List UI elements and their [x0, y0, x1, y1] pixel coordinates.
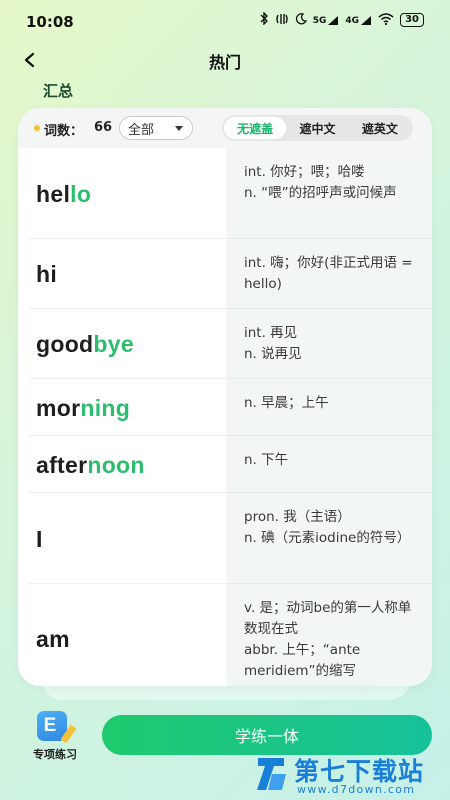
word-meaning: int. 你好；喂；哈喽 n. “喂”的招呼声或问候声: [244, 164, 397, 201]
watermark-logo-icon: [257, 758, 286, 790]
word-list: hello int. 你好；喂；哈喽 n. “喂”的招呼声或问候声 hi int…: [18, 148, 432, 686]
word-row[interactable]: hi int. 嗨；你好(非正式用语 = hello): [18, 239, 432, 309]
word-text: morning: [36, 395, 131, 421]
meaning-cell: n. 下午: [226, 436, 432, 493]
word-toolbar: 词数： 66 全部 无遮盖 遮中文 遮英文: [18, 108, 432, 148]
word-meaning: v. 是；动词be的第一人称单数现在式 abbr. 上午；“ante merid…: [244, 600, 412, 679]
status-time: 10:08: [26, 13, 74, 31]
meaning-cell: pron. 我（主语） n. 碘（元素iodine的符号）: [226, 493, 432, 584]
mode-cover-chinese[interactable]: 遮中文: [286, 117, 348, 139]
nfc-icon: [275, 13, 289, 28]
word-meaning: int. 嗨；你好(非正式用语 = hello): [244, 255, 413, 292]
meaning-cell: int. 你好；喂；哈喽 n. “喂”的招呼声或问候声: [226, 148, 432, 239]
word-text: afternoon: [36, 452, 145, 478]
bluetooth-icon: [259, 11, 269, 28]
moon-icon: [295, 12, 307, 28]
word-row[interactable]: hello int. 你好；喂；哈喽 n. “喂”的招呼声或问候声: [18, 148, 432, 239]
word-text: goodbye: [36, 331, 134, 357]
special-practice-label: 专项练习: [33, 748, 77, 761]
word-text: am: [36, 626, 70, 652]
word-text: I: [36, 526, 43, 552]
page-title: 热门: [208, 53, 241, 72]
caret-down-icon: [175, 126, 183, 131]
word-meaning: n. 下午: [244, 452, 289, 468]
status-icons: 5G 4G 30: [259, 11, 424, 28]
filter-dropdown[interactable]: 全部: [119, 116, 193, 140]
meaning-cell: int. 嗨；你好(非正式用语 = hello): [226, 239, 432, 309]
meaning-cell: int. 再见 n. 说再见: [226, 309, 432, 379]
word-row[interactable]: goodbye int. 再见 n. 说再见: [18, 309, 432, 379]
e-pencil-icon: E: [37, 711, 77, 744]
signal-5g-icon: 5G: [313, 15, 340, 26]
wifi-icon: [378, 12, 394, 28]
section-title: 汇总: [43, 82, 74, 100]
word-count-value: 66: [94, 120, 113, 135]
word-card: 词数： 66 全部 无遮盖 遮中文 遮英文 hello int. 你好；喂；哈喽…: [18, 108, 432, 686]
word-cell: am: [18, 584, 226, 686]
mode-cover-english[interactable]: 遮英文: [349, 117, 411, 139]
watermark: 第七下载站 www.d7down.com: [254, 750, 450, 800]
word-cell: afternoon: [18, 436, 226, 493]
word-meaning: n. 早晨；上午: [244, 395, 329, 411]
mode-no-cover[interactable]: 无遮盖: [224, 117, 287, 139]
word-row[interactable]: I pron. 我（主语） n. 碘（元素iodine的符号）: [18, 493, 432, 584]
word-meaning: int. 再见 n. 说再见: [244, 325, 302, 362]
meaning-cell: v. 是；动词be的第一人称单数现在式 abbr. 上午；“ante merid…: [226, 584, 432, 686]
signal-4g-icon: 4G: [345, 15, 372, 26]
word-count-label: 词数：: [44, 124, 84, 139]
word-text: hello: [36, 181, 92, 207]
word-cell: I: [18, 493, 226, 584]
word-cell: hi: [18, 239, 226, 309]
word-row[interactable]: afternoon n. 下午: [18, 436, 432, 493]
count-dot: [34, 125, 40, 131]
special-practice-button[interactable]: E 专项练习: [22, 708, 92, 766]
word-row[interactable]: am v. 是；动词be的第一人称单数现在式 abbr. 上午；“ante me…: [18, 584, 432, 686]
word-text: hi: [36, 261, 58, 287]
word-cell: morning: [18, 379, 226, 436]
watermark-url: www.d7down.com: [297, 783, 416, 796]
battery-icon: 30: [400, 13, 424, 27]
word-meaning: pron. 我（主语） n. 碘（元素iodine的符号）: [244, 509, 411, 546]
cover-mode-switch: 无遮盖 遮中文 遮英文: [222, 115, 413, 141]
word-cell: hello: [18, 148, 226, 239]
learn-practice-button[interactable]: 学练一体: [102, 715, 432, 755]
filter-selected: 全部: [128, 122, 155, 138]
word-cell: goodbye: [18, 309, 226, 379]
status-bar: 10:08 5G 4G 30: [0, 0, 450, 44]
meaning-cell: n. 早晨；上午: [226, 379, 432, 436]
word-row[interactable]: morning n. 早晨；上午: [18, 379, 432, 436]
